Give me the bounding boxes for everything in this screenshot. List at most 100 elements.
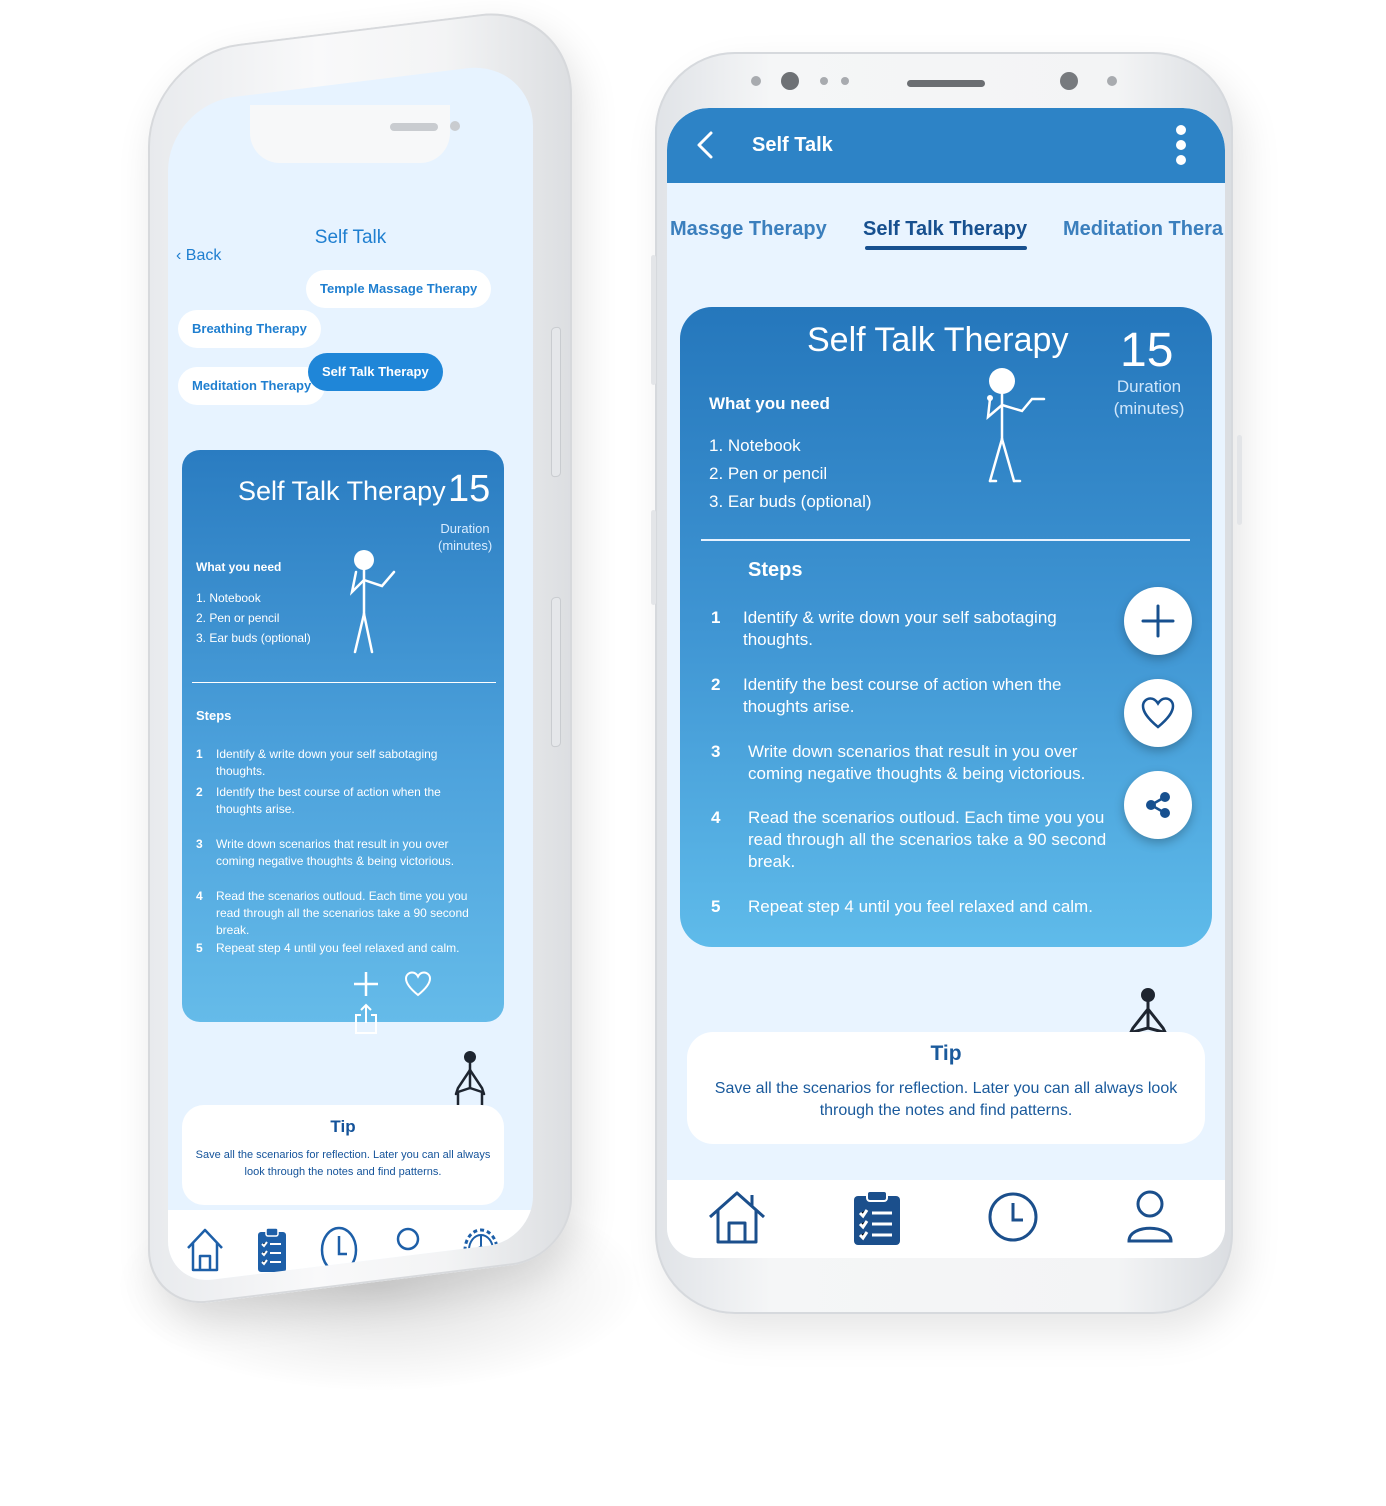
card-action-icons <box>352 970 504 1040</box>
pill-meditation-therapy[interactable]: Meditation Therapy <box>178 367 326 405</box>
notch <box>250 105 460 163</box>
left-phone-volume-down <box>551 596 561 748</box>
share-icon[interactable] <box>352 1003 380 1040</box>
step-text: Identify & write down your self sabotagi… <box>743 608 1057 649</box>
step-number: 3 <box>711 742 721 761</box>
step-item: 2 Identify the best course of action when… <box>196 784 496 818</box>
pill-breathing-therapy[interactable]: Breathing Therapy <box>178 310 321 348</box>
step-item: 5 Repeat step 4 until you feel relaxed an… <box>711 896 1141 918</box>
tab-massge-therapy[interactable]: Massge Therapy <box>670 218 827 241</box>
card-title: Self Talk Therapy <box>238 476 446 506</box>
sensor-dot <box>1060 72 1078 90</box>
front-camera <box>450 121 460 131</box>
more-vertical-icon[interactable] <box>1175 124 1187 171</box>
step-number: 3 <box>196 837 203 851</box>
stick-figure-talking-icon <box>349 550 396 654</box>
right-phone-left-button <box>651 255 656 385</box>
step-text: Identify the best course of action when … <box>216 785 441 816</box>
step-item: 2 Identify the best course of action when… <box>711 674 1141 718</box>
step-item: 3 Write down scenarios that result in you… <box>711 741 1141 785</box>
sensor-dot <box>1107 76 1117 86</box>
need-item: 3. Ear buds (optional) <box>709 492 872 511</box>
therapy-card: Self Talk Therapy 15 Duration (minutes) … <box>182 450 504 1034</box>
steps-heading: Steps <box>748 559 803 581</box>
plus-icon[interactable] <box>352 970 380 1003</box>
stick-figure-talking-icon <box>986 368 1046 483</box>
step-text: Repeat step 4 until you feel relaxed and… <box>748 897 1093 916</box>
step-number: 2 <box>196 785 203 799</box>
tip-card: Tip Save all the scenarios for reflectio… <box>687 1032 1205 1144</box>
add-button[interactable] <box>1124 587 1192 655</box>
heart-icon[interactable] <box>404 970 432 1003</box>
home-icon[interactable] <box>707 1189 767 1250</box>
back-label: Back <box>185 247 222 264</box>
card-divider <box>192 682 496 683</box>
pill-temple-massage-therapy[interactable]: Temple Massage Therapy <box>306 270 492 308</box>
duration-label: Duration (minutes) <box>438 521 493 553</box>
back-arrow-icon[interactable] <box>695 130 715 165</box>
duration-value: 15 <box>448 468 491 510</box>
steps-heading: Steps <box>196 708 232 723</box>
step-number: 1 <box>196 747 203 761</box>
step-item: 3 Write down scenarios that result in you… <box>196 836 496 870</box>
favorite-button[interactable] <box>1124 679 1192 747</box>
clock-icon[interactable] <box>987 1189 1039 1250</box>
needs-heading: What you need <box>709 394 830 413</box>
step-number: 5 <box>196 941 203 955</box>
step-text: Repeat step 4 until you feel relaxed and… <box>216 941 460 955</box>
step-text: Identify & write down your self sabotagi… <box>216 747 438 778</box>
step-item: 4 Read the scenarios outloud. Each time y… <box>196 888 496 939</box>
step-item: 1 Identify & write down your self sabotag… <box>711 607 1141 651</box>
heart-icon <box>1141 697 1175 729</box>
left-phone: ‹ Back Self Talk Breathing Therapy Templ… <box>148 2 572 1311</box>
share-button[interactable] <box>1124 771 1192 839</box>
front-camera <box>781 72 799 90</box>
right-phone-screen: Self Talk Massge Therapy Self Talk Thera… <box>667 108 1225 1258</box>
step-number: 2 <box>711 675 721 694</box>
left-phone-volume-up <box>551 326 561 478</box>
need-item: 2. Pen or pencil <box>709 464 828 483</box>
duration-label: Duration (minutes) <box>1105 376 1193 420</box>
share-icon <box>1146 792 1170 818</box>
back-button[interactable]: ‹ Back <box>176 247 221 265</box>
needs-heading: What you need <box>196 560 282 574</box>
need-item: 1. Notebook <box>709 436 801 455</box>
right-phone-left-button-2 <box>651 510 656 605</box>
needs-list: 1. Notebook 2. Pen or pencil 3. Ear buds… <box>709 432 872 516</box>
step-text: Identify the best course of action when … <box>743 675 1062 716</box>
step-number: 5 <box>711 897 721 916</box>
need-item: 2. Pen or pencil <box>196 611 280 625</box>
earpiece <box>390 123 438 131</box>
earpiece <box>907 80 985 87</box>
duration-word: Duration <box>1116 377 1182 396</box>
active-tab-indicator <box>865 246 1027 250</box>
tip-text: Save all the scenarios for reflection. L… <box>195 1149 491 1178</box>
card-divider <box>701 539 1190 541</box>
user-icon[interactable] <box>1125 1189 1175 1250</box>
clipboard-icon[interactable] <box>852 1189 902 1252</box>
right-phone-power-button <box>1237 435 1242 525</box>
step-item: 5 Repeat step 4 until you feel relaxed an… <box>196 940 496 957</box>
duration-value: 15 <box>1120 324 1174 377</box>
need-item: 1. Notebook <box>196 591 261 605</box>
app-bar-title: Self Talk <box>752 134 833 156</box>
step-item: 1 Identify & write down your self sabotag… <box>196 746 496 780</box>
step-text: Write down scenarios that result in you … <box>748 742 1086 783</box>
tab-self-talk-therapy[interactable]: Self Talk Therapy <box>863 218 1027 241</box>
tip-card: Tip Save all the scenarios for reflectio… <box>182 1105 504 1205</box>
chevron-left-icon: ‹ <box>176 247 182 264</box>
sensor-dot <box>820 77 828 85</box>
tip-heading: Tip <box>930 1042 962 1065</box>
step-text: Read the scenarios outloud. Each time yo… <box>216 889 469 937</box>
left-phone-screen: ‹ Back Self Talk Breathing Therapy Templ… <box>168 60 533 1286</box>
step-text: Write down scenarios that result in you … <box>216 837 455 868</box>
step-item: 4 Read the scenarios outloud. Each time y… <box>711 807 1141 873</box>
card-title: Self Talk Therapy <box>807 321 1069 359</box>
pill-self-talk-therapy[interactable]: Self Talk Therapy <box>308 353 443 391</box>
bottom-nav <box>667 1180 1225 1258</box>
step-number: 4 <box>196 889 203 903</box>
home-icon[interactable] <box>186 1226 224 1277</box>
tab-meditation-therapy[interactable]: Meditation Thera <box>1063 218 1223 241</box>
step-text: Read the scenarios outloud. Each time yo… <box>748 808 1107 871</box>
tip-heading: Tip <box>330 1117 356 1136</box>
